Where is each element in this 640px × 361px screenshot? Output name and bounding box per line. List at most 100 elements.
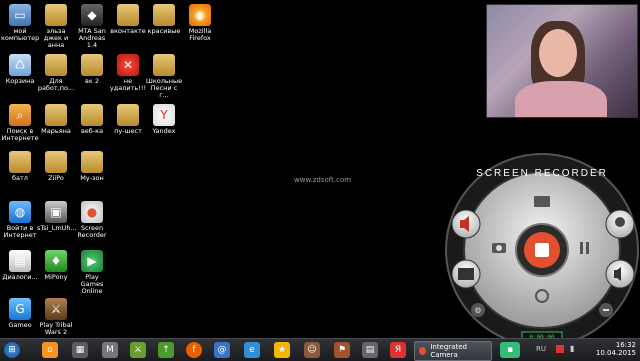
internet-icon: ◍ <box>9 201 31 223</box>
desktop-icon-label: Play Tribal Wars 2 <box>39 321 73 336</box>
mipony-icon: ♦ <box>45 250 67 272</box>
webcam-preview[interactable] <box>486 4 638 118</box>
desktop-icon-label: Screen Recorder <box>77 224 107 239</box>
record-button[interactable] <box>515 223 569 277</box>
folder-icon <box>117 4 139 26</box>
desktop-icon-5[interactable]: ◉ Mozilla Firefox <box>181 4 219 42</box>
mail-icon[interactable]: @ <box>214 342 230 358</box>
desktop-icon-label: Войти в Интернет <box>3 224 37 239</box>
desktop-icon-18[interactable]: Му-зон <box>73 151 111 182</box>
folder-icon <box>45 151 67 173</box>
folder-app-icon[interactable]: ▦ <box>72 342 88 358</box>
svg-text:⚙: ⚙ <box>474 306 481 315</box>
desktop-icon-22[interactable]: ▤ Диалоги... <box>1 250 39 281</box>
desktop-icon-4[interactable]: красивые <box>145 4 183 35</box>
volume-button[interactable] <box>605 259 635 289</box>
document-icon: ▤ <box>9 250 31 272</box>
desktop-icon-9[interactable]: ✕ не удалить!!! <box>109 54 147 92</box>
folder-icon <box>45 4 67 26</box>
desktop-icon-0[interactable]: ▭ мой компьютер <box>1 4 39 42</box>
zdsoft-watermark: www.zdsoft.com <box>294 176 352 184</box>
desktop-icon-label: мой компьютер <box>1 27 40 42</box>
desktop-icon-13[interactable]: веб-ка <box>73 104 111 135</box>
screen-recorder-widget[interactable]: SCREEN RECORDER ⚙ <box>444 152 640 348</box>
mta-icon[interactable]: M <box>102 342 118 358</box>
firefox-taskbar-icon[interactable]: f <box>186 342 202 358</box>
desktop-icon-10[interactable]: Школьные Песни с г... <box>145 54 183 99</box>
upload-icon[interactable]: ↑ <box>158 342 174 358</box>
computer-icon: ▭ <box>9 4 31 26</box>
tribal-taskbar-icon[interactable]: ⚑ <box>334 342 350 358</box>
desktop-icon-label: Gameo <box>8 321 32 329</box>
desktop-icon-label: ZiiPo <box>48 174 64 182</box>
taskbar-task-label: Integrated Camera <box>430 343 467 359</box>
user-app-icon[interactable]: ☺ <box>304 342 320 358</box>
minimize-button[interactable] <box>599 303 613 317</box>
yandex-taskbar-icon[interactable]: Я <box>390 342 406 358</box>
yandex-icon: Y <box>153 104 175 126</box>
tray-flag-icon[interactable] <box>556 345 564 353</box>
desktop-icon-7[interactable]: Для работ,по... <box>37 54 75 92</box>
desktop-icon-3[interactable]: вконтакте <box>109 4 147 35</box>
desktop-icon-14[interactable]: пу-шест <box>109 104 147 135</box>
desktop-icon-17[interactable]: ZiiPo <box>37 151 75 182</box>
desktop-icon-26[interactable]: ⚔ Play Tribal Wars 2 <box>37 298 75 336</box>
desktop-icon-8[interactable]: вк 2 <box>73 54 111 85</box>
desktop-icon-1[interactable]: эльза джек и анна <box>37 4 75 49</box>
desktop-icon-label: Му-зон <box>80 174 104 182</box>
desktop-icon-label: красивые <box>147 27 181 35</box>
camera-snapshot-icon[interactable] <box>492 243 506 253</box>
desktop-icon-label: Марьяна <box>41 127 71 135</box>
folder-icon <box>9 151 31 173</box>
game-icon: ◆ <box>81 4 103 26</box>
mute-button[interactable] <box>451 209 481 239</box>
fullscreen-button[interactable] <box>451 259 481 289</box>
taskbar: ⊞ о ▦ M ⚔ ↑ f @ e ★ ☺ ⚑ ▤ Я Integrated C… <box>0 338 640 361</box>
desktop-icon-19[interactable]: ◍ Войти в Интернет <box>1 201 39 239</box>
desktop-icon-label: Mozilla Firefox <box>188 27 212 42</box>
odnoklassniki-icon[interactable]: о <box>42 342 58 358</box>
clock[interactable]: 16:32 10.04.2015 <box>596 341 636 357</box>
camera-record-icon <box>419 347 427 355</box>
folder-icon <box>81 104 103 126</box>
folder-icon[interactable] <box>534 196 550 207</box>
desktop-icon-label: вконтакте <box>110 27 146 35</box>
start-button[interactable]: ⊞ <box>4 342 20 358</box>
desktop-icon-label: MiPony <box>44 273 68 281</box>
desktop-icon-label: веб-ка <box>80 127 104 135</box>
media-icon[interactable]: ★ <box>274 342 290 358</box>
game-taskbar-icon[interactable]: ⚔ <box>130 342 146 358</box>
document-taskbar-icon[interactable]: ▤ <box>362 342 378 358</box>
desktop-icon-label: MTA San Andreas 1.4 <box>78 27 106 49</box>
desktop-icon-label: пу-шест <box>114 127 142 135</box>
settings-button[interactable]: ⚙ <box>471 303 485 317</box>
desktop-icon-15[interactable]: Y Yandex <box>145 104 183 135</box>
desktop-icon-12[interactable]: Марьяна <box>37 104 75 135</box>
folder-icon <box>81 54 103 76</box>
desktop-icon-6[interactable]: ♺ Корзина <box>1 54 39 85</box>
firefox-icon: ◉ <box>189 4 211 26</box>
desktop-icon-2[interactable]: ◆ MTA San Andreas 1.4 <box>73 4 111 49</box>
tribal-wars-icon: ⚔ <box>45 298 67 320</box>
language-indicator[interactable]: RU <box>536 345 546 353</box>
person-body <box>515 81 607 117</box>
folder-icon <box>45 104 67 126</box>
desktop-icon-label: Поиск в Интернете <box>1 127 39 142</box>
desktop-icon-23[interactable]: ♦ MiPony <box>37 250 75 281</box>
desktop-icon-25[interactable]: G Gameo <box>1 298 39 329</box>
desktop-icon-11[interactable]: ⌕ Поиск в Интернете <box>1 104 39 142</box>
screen-recorder-icon: ● <box>81 201 103 223</box>
folder-icon <box>117 104 139 126</box>
desktop-icon-label: Диалоги... <box>2 273 38 281</box>
gameo-icon: G <box>9 298 31 320</box>
taskbar-integrated-camera[interactable]: Integrated Camera <box>414 341 492 361</box>
desktop-icon-20[interactable]: ▣ sTsi_LmUh... <box>37 201 77 232</box>
recorder-status-icon[interactable]: ▪ <box>500 342 520 358</box>
desktop-icon-24[interactable]: ▶ Play Games Online <box>73 250 111 295</box>
desktop-icon-16[interactable]: батл <box>1 151 39 182</box>
desktop-icon-label: Школьные Песни с г... <box>145 77 183 99</box>
network-icon[interactable]: ▮ <box>570 344 574 353</box>
internet-taskbar-icon[interactable]: e <box>244 342 260 358</box>
desktop-icon-21[interactable]: ● Screen Recorder <box>73 201 111 239</box>
webcam-button[interactable] <box>605 209 635 239</box>
